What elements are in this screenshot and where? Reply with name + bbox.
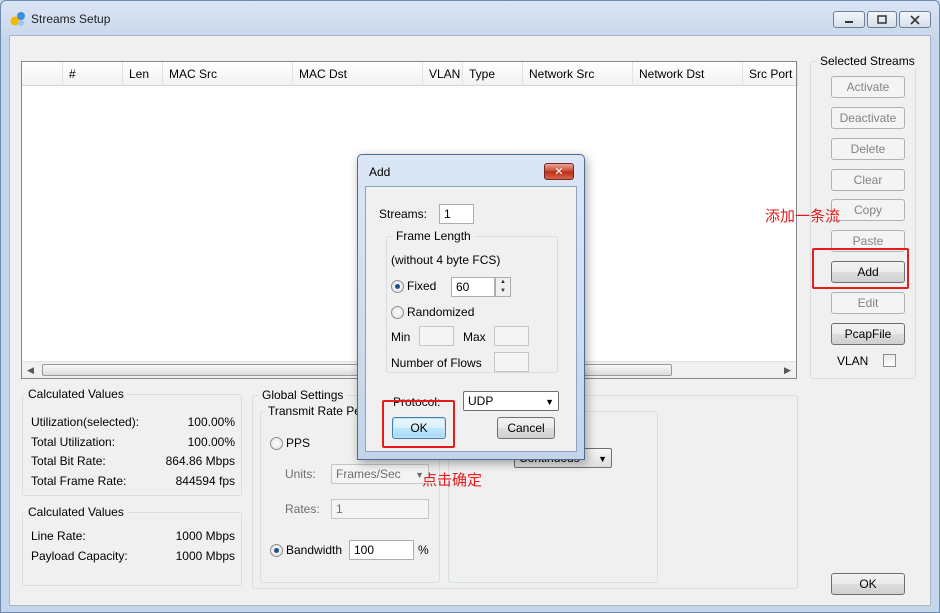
- total-utilization-label: Total Utilization:: [31, 435, 116, 449]
- randomized-label: Randomized: [407, 305, 475, 319]
- streams-label: Streams:: [379, 207, 428, 221]
- selected-streams-title: Selected Streams: [817, 54, 918, 68]
- close-icon: [910, 14, 920, 25]
- add-dialog-title: Add: [369, 165, 391, 179]
- protocol-select-value: UDP: [468, 394, 494, 408]
- total-utilization-value: 100.00%: [187, 435, 235, 449]
- deactivate-button[interactable]: Deactivate: [831, 107, 905, 129]
- pps-radio[interactable]: [270, 437, 283, 450]
- chevron-down-icon: ▼: [598, 454, 607, 464]
- bandwidth-radio[interactable]: [270, 544, 283, 557]
- add-annotation: 添加一条流: [765, 207, 841, 225]
- minimize-icon: [845, 20, 853, 23]
- calculated-values-title: Calculated Values: [25, 387, 127, 401]
- column-header[interactable]: MAC Dst: [293, 62, 423, 86]
- utilization-selected-value: 100.00%: [187, 415, 235, 429]
- min-label: Min: [391, 330, 411, 344]
- vlan-checkbox[interactable]: [883, 354, 896, 367]
- max-label: Max: [463, 330, 486, 344]
- rates-label: Rates:: [285, 502, 320, 516]
- column-header[interactable]: #: [63, 62, 123, 86]
- clear-button[interactable]: Clear: [831, 169, 905, 191]
- table-header: # Len MAC Src MAC Dst VLAN Type Network …: [22, 62, 798, 86]
- maximize-button[interactable]: [867, 11, 897, 28]
- total-frame-rate-value: 844594 fps: [175, 474, 235, 488]
- bandwidth-unit: %: [418, 543, 429, 557]
- flows-input[interactable]: [494, 352, 529, 372]
- ok-annotation: 点击确定: [422, 471, 483, 489]
- flows-label: Number of Flows: [391, 356, 482, 370]
- vlan-label: VLAN: [837, 354, 869, 368]
- main-ok-button[interactable]: OK: [831, 573, 905, 595]
- window-title: Streams Setup: [31, 12, 111, 26]
- close-icon: ✕: [554, 166, 564, 178]
- scroll-right-icon[interactable]: ▶: [779, 362, 796, 379]
- global-settings-title: Global Settings: [259, 388, 347, 402]
- protocol-select[interactable]: UDP ▼: [463, 391, 559, 411]
- delete-button[interactable]: Delete: [831, 138, 905, 160]
- streams-setup-window: Streams Setup # Len MAC Src MAC Dst VLAN…: [0, 0, 940, 613]
- units-label: Units:: [285, 467, 316, 481]
- chevron-down-icon: ▼: [545, 397, 554, 407]
- streams-count-input[interactable]: 1: [439, 204, 474, 224]
- dialog-close-button[interactable]: ✕: [544, 163, 574, 180]
- copy-button[interactable]: Copy: [831, 199, 905, 221]
- minimize-button[interactable]: [833, 11, 865, 28]
- spin-up-icon[interactable]: ▲: [496, 278, 510, 287]
- bandwidth-input[interactable]: 100: [349, 540, 414, 560]
- close-button[interactable]: [899, 11, 931, 28]
- fcs-note: (without 4 byte FCS): [391, 253, 501, 267]
- units-select-value: Frames/Sec: [336, 467, 401, 481]
- column-header[interactable]: VLAN: [423, 62, 463, 86]
- payload-capacity-label: Payload Capacity:: [31, 549, 128, 563]
- column-header[interactable]: Network Src: [523, 62, 633, 86]
- payload-capacity-value: 1000 Mbps: [175, 549, 235, 563]
- column-header[interactable]: MAC Src: [163, 62, 293, 86]
- fixed-length-spinner[interactable]: ▲ ▼: [495, 277, 511, 297]
- column-header[interactable]: Type: [463, 62, 523, 86]
- frame-length-title: Frame Length: [393, 229, 474, 243]
- pps-label: PPS: [286, 436, 311, 450]
- activate-button[interactable]: Activate: [831, 76, 905, 98]
- units-select[interactable]: Frames/Sec ▼: [331, 464, 429, 484]
- max-input[interactable]: [494, 326, 529, 346]
- fixed-length-input[interactable]: 60: [451, 277, 495, 297]
- utilization-selected-label: Utilization(selected):: [31, 415, 140, 429]
- rates-input[interactable]: 1: [331, 499, 429, 519]
- restore-icon: [877, 14, 887, 24]
- app-icon: [10, 12, 25, 26]
- min-input[interactable]: [419, 326, 454, 346]
- edit-button[interactable]: Edit: [831, 292, 905, 314]
- scroll-left-icon[interactable]: ◀: [22, 362, 39, 379]
- line-rate-value: 1000 Mbps: [175, 529, 235, 543]
- calculated-values-line-title: Calculated Values: [25, 505, 127, 519]
- total-bit-rate-label: Total Bit Rate:: [31, 454, 106, 468]
- pcapfile-button[interactable]: PcapFile: [831, 323, 905, 345]
- dialog-cancel-button[interactable]: Cancel: [497, 417, 555, 439]
- ok-highlight-box: [382, 400, 455, 448]
- column-header[interactable]: Src Port: [743, 62, 798, 86]
- column-header[interactable]: Len: [123, 62, 163, 86]
- line-rate-label: Line Rate:: [31, 529, 86, 543]
- bandwidth-label: Bandwidth: [286, 543, 343, 557]
- fixed-label: Fixed: [407, 279, 437, 293]
- fixed-radio[interactable]: [391, 280, 404, 293]
- column-header[interactable]: [22, 62, 63, 86]
- spin-down-icon[interactable]: ▼: [496, 287, 510, 296]
- column-header[interactable]: Network Dst: [633, 62, 743, 86]
- total-frame-rate-label: Total Frame Rate:: [31, 474, 127, 488]
- add-highlight-box: [812, 248, 909, 289]
- transmit-rate-title: Transmit Rate Per: [265, 404, 368, 418]
- randomized-radio[interactable]: [391, 306, 404, 319]
- total-bit-rate-value: 864.86 Mbps: [165, 454, 235, 468]
